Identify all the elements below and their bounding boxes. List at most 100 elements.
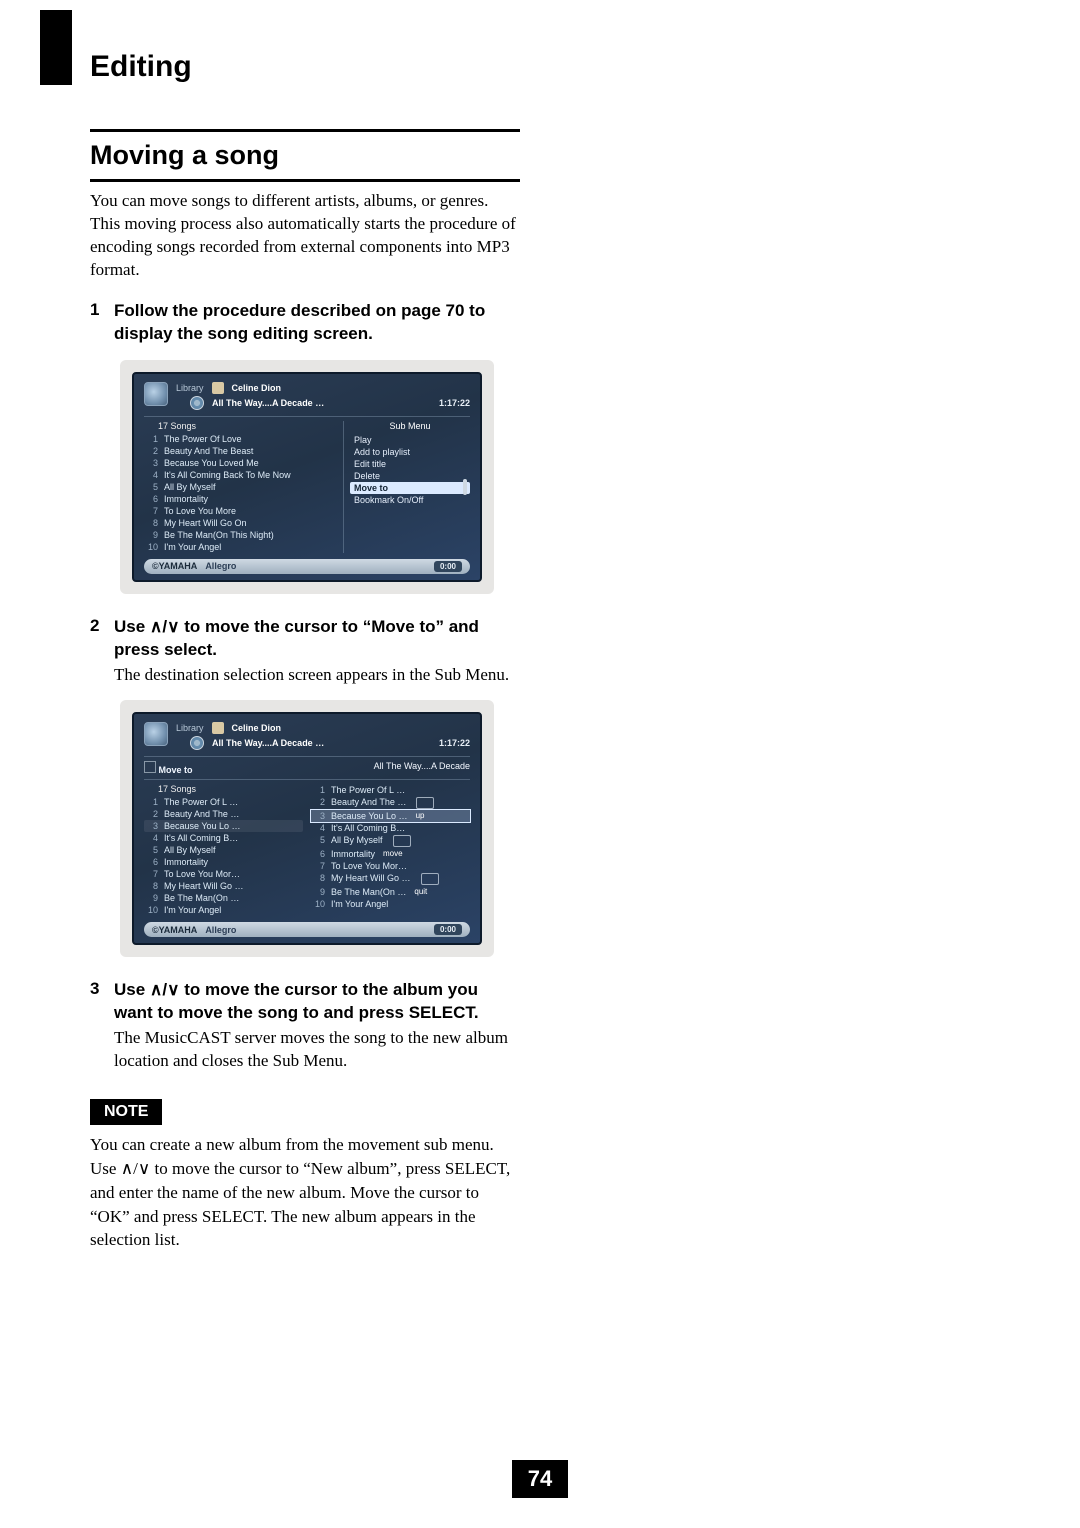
breadcrumb: Library Celine Dion All The Way....A Dec… [176,722,470,750]
step-number: 2 [90,616,114,687]
list-item[interactable]: 3Because You Lo …up [311,810,470,822]
close-icon[interactable] [421,873,439,885]
step-body: The destination selection screen appears… [114,664,520,687]
destination-list[interactable]: 1The Power Of L …2Beauty And The …3Becau… [311,784,470,910]
app-icon [144,722,168,746]
list-item[interactable]: 7To Love You More [144,505,335,517]
screenshot-1: Library Celine Dion All The Way....A Dec… [132,372,482,582]
list-item[interactable]: 10I'm Your Angel [311,898,470,910]
list-item[interactable]: 9Be The Man(On … [144,892,303,904]
rule-top [90,129,520,132]
list-item[interactable]: 9Be The Man(On This Night) [144,529,335,541]
list-item[interactable]: 1The Power Of L … [311,784,470,796]
artist-icon [212,722,224,734]
breadcrumb-artist: Celine Dion [232,723,282,733]
list-item[interactable]: 4It's All Coming B… [144,832,303,844]
status-bar: ©YAMAHA Allegro 0:00 [144,559,470,574]
songs-label: Songs [171,421,197,431]
list-item[interactable]: 4It's All Coming Back To Me Now [144,469,335,481]
screenshot-1-frame: Library Celine Dion All The Way....A Dec… [120,360,494,594]
submenu-item[interactable]: Delete [350,470,470,482]
artist-icon [212,382,224,394]
now-playing-track: Allegro [205,925,236,935]
list-item[interactable]: 10I'm Your Angel [144,904,303,916]
breadcrumb-album: All The Way....A Decade … [212,398,324,408]
list-item[interactable]: 3Because You Loved Me [144,457,335,469]
song-list[interactable]: 1The Power Of Love2Beauty And The Beast3… [144,433,335,553]
page-number: 74 [512,1460,568,1498]
breadcrumb-library: Library [176,723,204,733]
list-item[interactable]: 9Be The Man(On …quit [311,886,470,898]
rule-bottom [90,179,520,182]
step-number: 1 [90,300,114,346]
breadcrumb-library: Library [176,383,204,393]
list-item[interactable]: 5All By Myself [144,844,303,856]
destination-album: All The Way....A Decade [374,761,470,775]
section-title: Moving a song [90,140,520,171]
submenu-title: Sub Menu [350,421,470,431]
step-3: 3 Use ∧/∨ to move the cursor to the albu… [90,979,520,1073]
chapter-title: Editing [90,50,990,84]
step-2: 2 Use ∧/∨ to move the cursor to “Move to… [90,616,520,687]
submenu-item[interactable]: Bookmark On/Off [350,494,470,506]
album-icon [190,396,204,410]
step-number: 3 [90,979,114,1073]
brand-label: ©YAMAHA [152,925,197,935]
submenu-item[interactable]: Move to [350,482,470,494]
now-playing-track: Allegro [205,561,236,571]
step-heading: Use ∧/∨ to move the cursor to “Move to” … [114,616,520,662]
album-duration: 1:17:22 [439,398,470,408]
list-item[interactable]: 7To Love You Mor… [311,860,470,872]
note-text: You can create a new album from the move… [90,1133,520,1252]
playback-time: 0:00 [434,924,462,935]
album-icon [190,736,204,750]
list-item[interactable]: 4It's All Coming B… [311,822,470,834]
song-count: 17 [158,421,168,431]
list-item[interactable]: 2Beauty And The … [311,796,470,810]
breadcrumb-artist: Celine Dion [232,383,282,393]
list-item[interactable]: 8My Heart Will Go … [311,872,470,886]
list-item[interactable]: 5All By Myself [311,834,470,848]
step-body: The MusicCAST server moves the song to t… [114,1027,520,1073]
app-icon [144,382,168,406]
screenshot-2: Library Celine Dion All The Way....A Dec… [132,712,482,945]
step-heading: Use ∧/∨ to move the cursor to the album … [114,979,520,1025]
album-duration: 1:17:22 [439,738,470,748]
section-intro: You can move songs to different artists,… [90,190,520,282]
breadcrumb: Library Celine Dion All The Way....A Dec… [176,382,470,410]
list-item[interactable]: 3Because You Lo … [144,820,303,832]
playback-time: 0:00 [434,561,462,572]
list-item[interactable]: 8My Heart Will Go … [144,880,303,892]
back-icon[interactable] [144,761,156,773]
list-item[interactable]: 2Beauty And The Beast [144,445,335,457]
step-heading: Follow the procedure described on page 7… [114,300,520,346]
list-item[interactable]: 8My Heart Will Go On [144,517,335,529]
breadcrumb-album: All The Way....A Decade … [212,738,324,748]
list-item[interactable]: 6Immortality [144,493,335,505]
song-count: 17 [158,784,168,794]
songs-label: Songs [171,784,197,794]
submenu-item[interactable]: Add to playlist [350,446,470,458]
scrollbar-thumb[interactable] [463,479,467,495]
step-1: 1 Follow the procedure described on page… [90,300,520,346]
move-to-label: Move to [159,765,193,775]
list-item[interactable]: 6Immortalitymove [311,848,470,860]
note-badge: NOTE [90,1099,162,1125]
screenshot-2-frame: Library Celine Dion All The Way....A Dec… [120,700,494,957]
list-item[interactable]: 1The Power Of Love [144,433,335,445]
up-icon[interactable] [416,797,434,809]
list-item[interactable]: 5All By Myself [144,481,335,493]
list-item[interactable]: 6Immortality [144,856,303,868]
brand-label: ©YAMAHA [152,561,197,571]
list-item[interactable]: 7To Love You Mor… [144,868,303,880]
side-tab [40,10,72,85]
submenu-item[interactable]: Edit title [350,458,470,470]
list-item[interactable]: 10I'm Your Angel [144,541,335,553]
submenu[interactable]: PlayAdd to playlistEdit titleDeleteMove … [350,434,470,506]
song-list-left[interactable]: 1The Power Of L …2Beauty And The …3Becau… [144,796,303,916]
status-bar: ©YAMAHA Allegro 0:00 [144,922,470,937]
submenu-item[interactable]: Play [350,434,470,446]
move-icon[interactable] [393,835,411,847]
list-item[interactable]: 1The Power Of L … [144,796,303,808]
list-item[interactable]: 2Beauty And The … [144,808,303,820]
